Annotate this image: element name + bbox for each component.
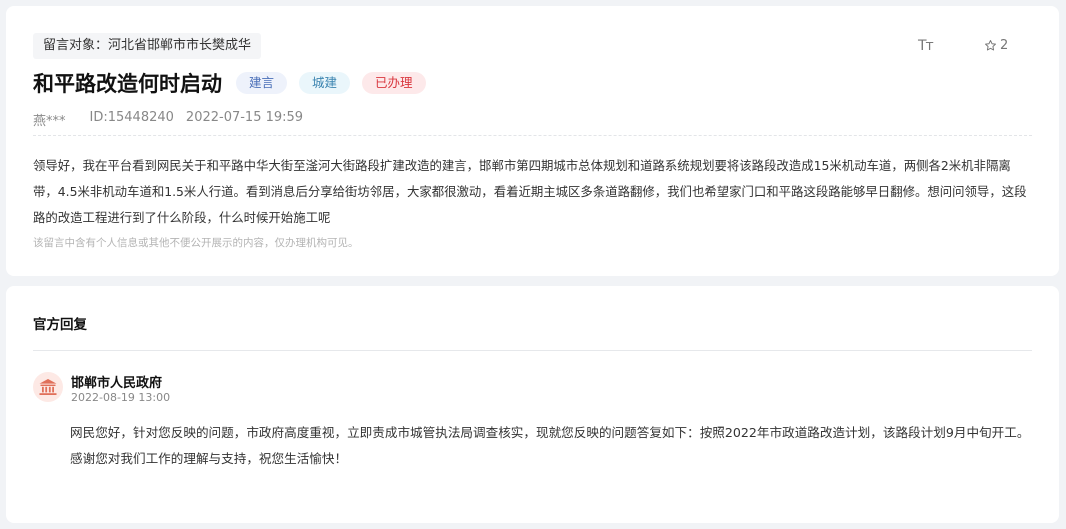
privacy-note: 该留言中含有个人信息或其他不便公开展示的内容，仅办理机构可见。 — [33, 237, 359, 249]
favorite-button[interactable]: 2 — [984, 38, 1008, 53]
status-badge: 已办理 — [362, 72, 426, 94]
font-size-icon: Tт — [918, 38, 934, 54]
reply-time: 2022-08-19 13:00 — [71, 391, 171, 404]
message-card: 留言对象：河北省邯郸市市长樊成华 Tт 2 和平路改造何时启动 建言 城建 已办… — [6, 6, 1059, 276]
reply-body: 网民您好，针对您反映的问题，市政府高度重视，立即责成市城管执法局调查核实，现就您… — [70, 425, 1030, 466]
divider — [33, 135, 1032, 136]
government-building-icon — [39, 379, 57, 395]
message-title: 和平路改造何时启动 — [33, 72, 222, 96]
title-row: 和平路改造何时启动 建言 城建 已办理 — [33, 68, 438, 98]
avatar — [33, 372, 63, 402]
favorite-count: 2 — [1000, 38, 1009, 53]
recipient-tag[interactable]: 留言对象：河北省邯郸市市长樊成华 — [33, 33, 262, 59]
star-outline-icon — [985, 40, 996, 51]
reply-card: 官方回复 邯郸市人民政府 2022-08-19 13:00 网民您好，针对您反映… — [6, 286, 1059, 523]
message-body: 领导好，我在平台看到网民关于和平路中华大街至滏河大街路段扩建改造的建言，邯郸市第… — [33, 158, 1027, 225]
tag-suggestion: 建言 — [236, 72, 288, 94]
message-meta: 燕*** ID:15448240 2022-07-15 19:59 — [33, 110, 303, 129]
message-id: ID:15448240 — [89, 110, 174, 125]
author-name: 燕*** — [33, 114, 66, 129]
font-size-toggle[interactable]: Tт — [918, 38, 934, 54]
tag-urban-construction: 城建 — [299, 72, 351, 94]
divider — [33, 350, 1032, 351]
message-date: 2022-07-15 19:59 — [185, 110, 304, 125]
org-name: 邯郸市人民政府 — [71, 376, 163, 391]
section-title: 官方回复 — [33, 317, 87, 333]
